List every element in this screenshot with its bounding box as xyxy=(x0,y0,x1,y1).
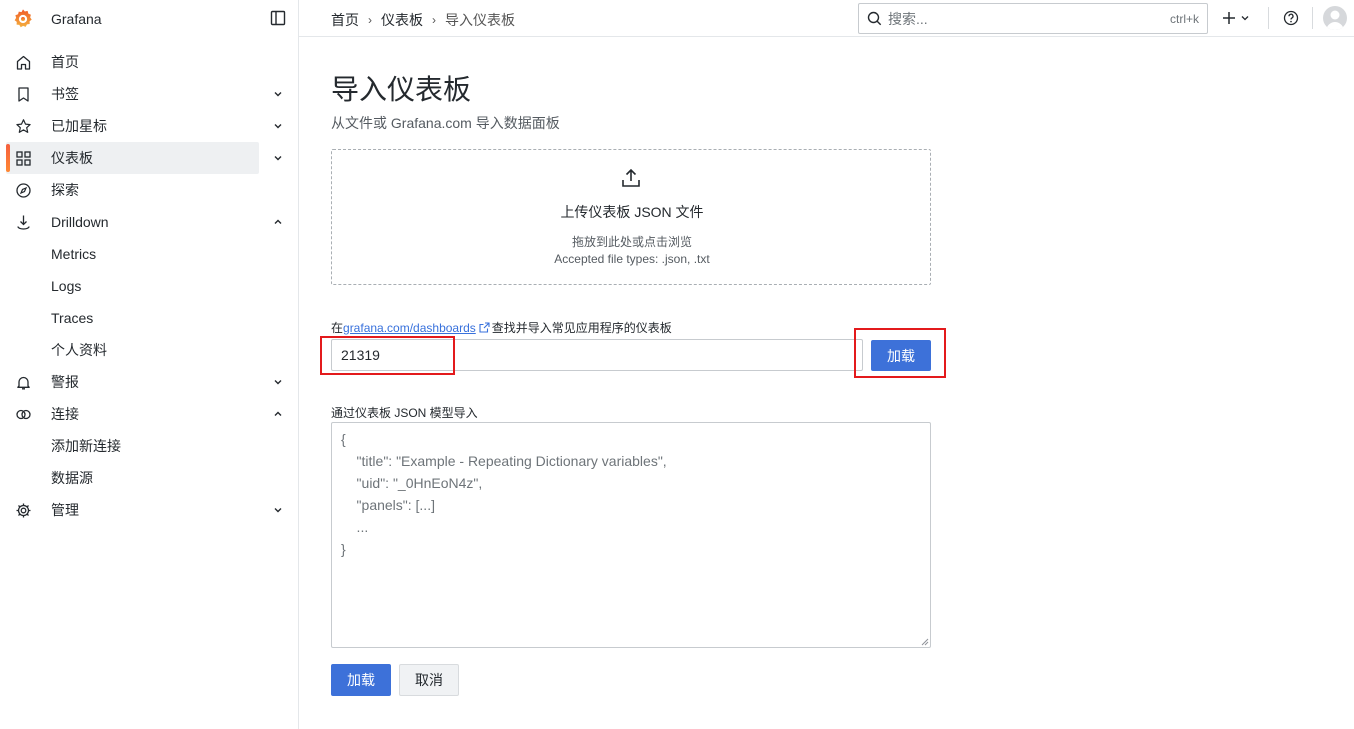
breadcrumb-separator-icon: › xyxy=(368,13,372,27)
breadcrumb-current: 导入仪表板 xyxy=(445,12,515,28)
grafana-com-label-prefix: 在 xyxy=(331,321,344,335)
sidebar-item-datasources[interactable]: 数据源 xyxy=(0,462,299,494)
sidebar-item-label: Logs xyxy=(51,278,82,294)
upload-file-types: Accepted file types: .json, .txt xyxy=(554,252,710,266)
search-icon xyxy=(867,11,882,26)
grafana-com-label-suffix: 查找并导入常见应用程序的仪表板 xyxy=(491,321,672,335)
page-title: 导入仪表板 xyxy=(331,74,472,105)
sidebar-item-bookmarks[interactable]: 书签 xyxy=(0,78,299,110)
sidebar-item-logs[interactable]: Logs xyxy=(0,270,299,302)
external-link-icon xyxy=(479,322,490,333)
sidebar-header: Grafana xyxy=(0,0,298,37)
sidebar-item-label: 探索 xyxy=(51,182,79,198)
active-item-background xyxy=(6,142,259,174)
brand-name: Grafana xyxy=(51,10,102,27)
sidebar-item-metrics[interactable]: Metrics xyxy=(0,238,299,270)
compass-icon xyxy=(16,183,31,198)
sidebar-item-administration[interactable]: 管理 xyxy=(0,494,299,526)
chevron-down-icon xyxy=(1241,16,1249,21)
breadcrumb: 首页 › 仪表板 › 导入仪表板 xyxy=(331,10,515,30)
user-icon xyxy=(1326,10,1344,30)
sidebar-item-label: 连接 xyxy=(51,406,79,422)
help-icon[interactable] xyxy=(1283,10,1299,26)
chevron-down-icon[interactable] xyxy=(272,120,284,132)
load-button[interactable]: 加载 xyxy=(331,664,391,696)
sidebar-item-label: 首页 xyxy=(51,54,79,70)
sidebar-item-traces[interactable]: Traces xyxy=(0,302,299,334)
sidebar-item-connections[interactable]: 连接 xyxy=(0,398,299,430)
new-menu-button[interactable] xyxy=(1222,10,1252,26)
resize-handle-icon[interactable] xyxy=(921,638,929,646)
sidebar-item-profiles[interactable]: 个人资料 xyxy=(0,334,299,366)
sidebar-item-label: 书签 xyxy=(51,86,79,102)
sidebar-item-label: Traces xyxy=(51,310,94,326)
grafana-com-label: 在 grafana.com/dashboards 查找并导入常见应用程序的仪表板 xyxy=(331,319,672,336)
json-model-textarea[interactable]: { "title": "Example - Repeating Dictiona… xyxy=(331,422,931,648)
page-subtitle: 从文件或 Grafana.com 导入数据面板 xyxy=(331,115,560,131)
sidebar-item-starred[interactable]: 已加星标 xyxy=(0,110,299,142)
upload-hint: 拖放到此处或点击浏览 xyxy=(571,235,692,249)
active-item-indicator xyxy=(6,144,10,172)
chevron-down-icon[interactable] xyxy=(272,504,284,516)
bell-icon xyxy=(17,376,30,390)
plus-icon xyxy=(1223,12,1235,24)
link-icon xyxy=(16,409,31,420)
breadcrumb-separator-icon: › xyxy=(432,13,436,27)
highlight-box-load-button xyxy=(854,328,946,378)
upload-icon xyxy=(622,168,640,187)
highlight-box-input xyxy=(320,336,455,375)
sidebar-item-drilldown[interactable]: Drilldown xyxy=(0,206,299,238)
sidebar-item-label: 管理 xyxy=(51,502,79,518)
sidebar-item-explore[interactable]: 探索 xyxy=(0,174,299,206)
toolbar-divider xyxy=(1312,7,1313,29)
sidebar-item-label: 警报 xyxy=(51,374,79,390)
apps-icon xyxy=(16,151,31,166)
star-icon xyxy=(16,119,31,133)
upload-dropzone[interactable]: 上传仪表板 JSON 文件 拖放到此处或点击浏览 Accepted file t… xyxy=(331,149,931,285)
toolbar-divider xyxy=(1268,7,1269,29)
sidebar-nav: 首页 书签 已加星标 仪表板 探索 Drilldown Metrics Logs… xyxy=(0,46,299,526)
sidebar-item-dashboards[interactable]: 仪表板 xyxy=(0,142,299,174)
sidebar-item-add-connection[interactable]: 添加新连接 xyxy=(0,430,299,462)
chevron-up-icon[interactable] xyxy=(272,216,284,228)
avatar[interactable] xyxy=(1323,6,1347,30)
home-icon xyxy=(16,55,31,70)
bookmark-icon xyxy=(18,87,29,102)
sidebar-item-label: 仪表板 xyxy=(51,150,93,166)
sidebar-item-label: 数据源 xyxy=(51,470,93,486)
upload-title: 上传仪表板 JSON 文件 xyxy=(560,204,704,220)
sidebar-item-label: 已加星标 xyxy=(51,118,107,134)
sidebar-item-label: Metrics xyxy=(51,246,97,262)
grafana-com-link[interactable]: grafana.com/dashboards xyxy=(343,321,476,335)
sidebar-item-home[interactable]: 首页 xyxy=(0,46,299,78)
chevron-down-icon[interactable] xyxy=(272,88,284,100)
sidebar-item-label: Drilldown xyxy=(51,214,109,230)
sidebar: Grafana 首页 书签 已加星标 仪表板 探索 Drilldown Metr… xyxy=(0,0,299,729)
search-shortcut: ctrl+k xyxy=(1169,12,1199,26)
chevron-down-icon[interactable] xyxy=(272,152,284,164)
sidebar-item-alerting[interactable]: 警报 xyxy=(0,366,299,398)
cog-icon xyxy=(16,503,31,518)
search-placeholder: 搜索... xyxy=(888,10,928,27)
topbar: 首页 › 仪表板 › 导入仪表板 搜索... ctrl+k xyxy=(299,0,1354,37)
chevron-up-icon[interactable] xyxy=(272,408,284,420)
breadcrumb-home[interactable]: 首页 xyxy=(331,10,359,30)
sidebar-item-label: 添加新连接 xyxy=(51,438,121,454)
cancel-button[interactable]: 取消 xyxy=(399,664,459,696)
breadcrumb-dashboards[interactable]: 仪表板 xyxy=(381,10,423,30)
drilldown-icon xyxy=(17,215,30,230)
search-input[interactable]: 搜索... ctrl+k xyxy=(858,3,1208,34)
grafana-logo-icon[interactable] xyxy=(12,8,34,30)
json-model-label: 通过仪表板 JSON 模型导入 xyxy=(331,406,478,420)
sidebar-item-label: 个人资料 xyxy=(51,342,107,358)
dock-menu-icon[interactable] xyxy=(270,10,286,26)
chevron-down-icon[interactable] xyxy=(272,376,284,388)
